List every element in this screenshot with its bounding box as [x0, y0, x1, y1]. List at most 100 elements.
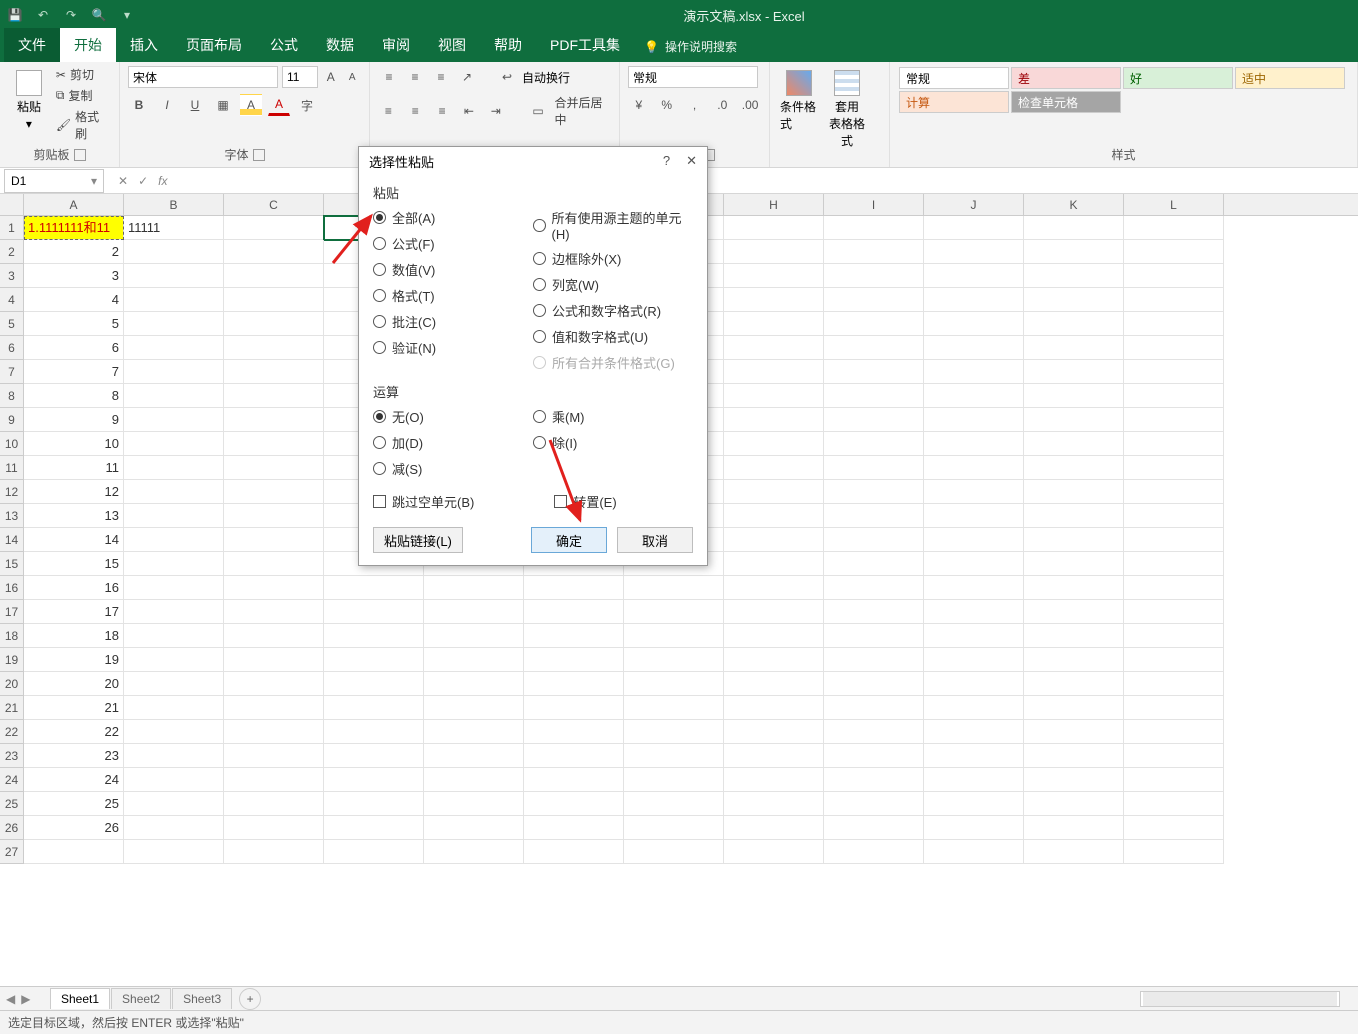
cell[interactable]: [1024, 624, 1124, 648]
cell[interactable]: 4: [24, 288, 124, 312]
cell[interactable]: [124, 504, 224, 528]
cell[interactable]: [1124, 768, 1224, 792]
cell[interactable]: [924, 264, 1024, 288]
cell[interactable]: 6: [24, 336, 124, 360]
cell[interactable]: [124, 744, 224, 768]
cell[interactable]: [1024, 360, 1124, 384]
cell[interactable]: [924, 744, 1024, 768]
cell[interactable]: [324, 624, 424, 648]
cell[interactable]: [824, 264, 924, 288]
cell[interactable]: [524, 696, 624, 720]
cell[interactable]: [1024, 240, 1124, 264]
cell[interactable]: [24, 840, 124, 864]
cell[interactable]: [1124, 648, 1224, 672]
radio-paste-formats[interactable]: 格式(T): [373, 286, 533, 305]
cell[interactable]: [724, 720, 824, 744]
align-left-icon[interactable]: ≡: [378, 100, 399, 122]
cell[interactable]: [724, 456, 824, 480]
cell[interactable]: [524, 744, 624, 768]
cell[interactable]: [124, 696, 224, 720]
cell[interactable]: [524, 792, 624, 816]
checkbox-transpose[interactable]: 转置(E): [554, 492, 616, 511]
orientation-icon[interactable]: ↗: [456, 66, 478, 88]
save-icon[interactable]: 💾: [6, 6, 24, 24]
cell[interactable]: [1124, 312, 1224, 336]
cancel-button[interactable]: 取消: [617, 527, 693, 553]
row-header[interactable]: 2: [0, 240, 24, 264]
increase-font-icon[interactable]: A: [322, 66, 340, 88]
decrease-font-icon[interactable]: A: [344, 66, 362, 88]
row-header[interactable]: 21: [0, 696, 24, 720]
cell[interactable]: [224, 528, 324, 552]
cell[interactable]: [1124, 672, 1224, 696]
cell[interactable]: [924, 624, 1024, 648]
cell[interactable]: [824, 240, 924, 264]
ok-button[interactable]: 确定: [531, 527, 607, 553]
paste-button[interactable]: 粘贴 ▾: [8, 66, 50, 135]
col-header[interactable]: I: [824, 194, 924, 215]
style-good[interactable]: 好: [1123, 67, 1233, 89]
bold-button[interactable]: B: [128, 94, 150, 116]
cell[interactable]: [724, 480, 824, 504]
align-center-icon[interactable]: ≡: [405, 100, 426, 122]
cell[interactable]: [424, 576, 524, 600]
cell[interactable]: [724, 672, 824, 696]
close-icon[interactable]: ✕: [686, 153, 697, 169]
cell[interactable]: [1124, 816, 1224, 840]
cell[interactable]: [524, 624, 624, 648]
cell[interactable]: [624, 600, 724, 624]
col-header[interactable]: H: [724, 194, 824, 215]
cell[interactable]: [124, 528, 224, 552]
cell[interactable]: [1124, 696, 1224, 720]
cell[interactable]: [924, 696, 1024, 720]
cell[interactable]: 15: [24, 552, 124, 576]
cell[interactable]: [1124, 480, 1224, 504]
cell[interactable]: [824, 576, 924, 600]
cell[interactable]: [1024, 528, 1124, 552]
row-header[interactable]: 22: [0, 720, 24, 744]
cell[interactable]: [924, 792, 1024, 816]
cell[interactable]: [724, 624, 824, 648]
cell[interactable]: [124, 768, 224, 792]
font-color-button[interactable]: A: [268, 94, 290, 116]
cell[interactable]: [824, 768, 924, 792]
tab-insert[interactable]: 插入: [116, 28, 172, 62]
cell[interactable]: [724, 240, 824, 264]
cell[interactable]: [1124, 624, 1224, 648]
cell[interactable]: 11: [24, 456, 124, 480]
row-header[interactable]: 19: [0, 648, 24, 672]
cell[interactable]: [524, 576, 624, 600]
cell[interactable]: [1124, 288, 1224, 312]
col-header[interactable]: A: [24, 194, 124, 215]
cell[interactable]: [224, 552, 324, 576]
radio-paste-formula-num[interactable]: 公式和数字格式(R): [533, 301, 693, 320]
conditional-formatting-button[interactable]: 条件格式: [778, 66, 820, 136]
cell[interactable]: [724, 504, 824, 528]
cell[interactable]: 9: [24, 408, 124, 432]
cell[interactable]: [124, 600, 224, 624]
cell[interactable]: 23: [24, 744, 124, 768]
cell[interactable]: [324, 696, 424, 720]
merge-center-button[interactable]: 合并后居中: [554, 94, 611, 128]
cell[interactable]: [724, 432, 824, 456]
cell[interactable]: [224, 456, 324, 480]
cell[interactable]: [924, 600, 1024, 624]
cell[interactable]: [1024, 336, 1124, 360]
cell[interactable]: [224, 840, 324, 864]
cell[interactable]: [1124, 336, 1224, 360]
style-calc[interactable]: 计算: [899, 91, 1009, 113]
increase-decimal-icon[interactable]: .0: [711, 94, 733, 116]
cell[interactable]: [1124, 600, 1224, 624]
tab-file[interactable]: 文件: [4, 28, 60, 62]
cell[interactable]: [524, 600, 624, 624]
sheet-tab-2[interactable]: Sheet2: [111, 988, 171, 1009]
cell[interactable]: [1024, 720, 1124, 744]
cancel-formula-icon[interactable]: ✕: [118, 174, 128, 188]
cell[interactable]: [624, 792, 724, 816]
cell[interactable]: [424, 672, 524, 696]
cell[interactable]: [1124, 216, 1224, 240]
cell[interactable]: [1124, 720, 1224, 744]
cell[interactable]: [424, 624, 524, 648]
cell[interactable]: [1024, 600, 1124, 624]
clipboard-launcher[interactable]: [74, 149, 86, 161]
